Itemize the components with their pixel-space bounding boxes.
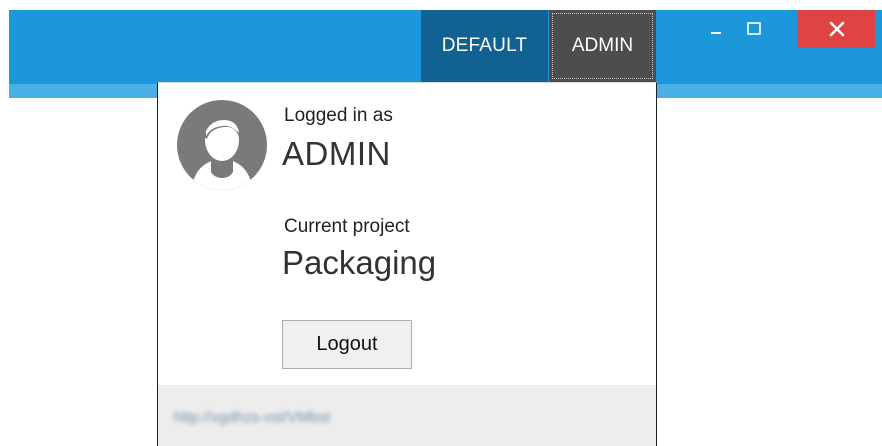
close-icon bbox=[829, 21, 844, 37]
project-name: Packaging bbox=[282, 244, 437, 281]
maximize-icon bbox=[747, 22, 761, 35]
account-dropdown-panel: Logged in as ADMIN Current project Packa… bbox=[157, 82, 657, 446]
close-button[interactable] bbox=[798, 10, 875, 48]
user-avatar-icon bbox=[177, 100, 267, 190]
app-window: DEFAULT ADMIN Logged in as ADMIN Current… bbox=[0, 0, 882, 446]
current-project-label: Current project bbox=[284, 216, 410, 237]
tab-default[interactable]: DEFAULT bbox=[421, 10, 548, 82]
maximize-button[interactable] bbox=[736, 10, 772, 48]
minimize-icon bbox=[711, 32, 721, 34]
tab-admin[interactable]: ADMIN bbox=[549, 10, 656, 82]
logged-in-label: Logged in as bbox=[284, 105, 393, 126]
tab-default-label: DEFAULT bbox=[441, 35, 528, 56]
logout-button[interactable]: Logout bbox=[282, 320, 412, 369]
minimize-button[interactable] bbox=[700, 10, 732, 48]
panel-footer: http://vgdhzs-vst/VMbst bbox=[158, 385, 656, 446]
tab-admin-label: ADMIN bbox=[571, 35, 634, 56]
server-url-link[interactable]: http://vgdhzs-vst/VMbst bbox=[174, 409, 330, 426]
logout-button-label: Logout bbox=[316, 333, 378, 355]
user-name: ADMIN bbox=[282, 135, 391, 172]
